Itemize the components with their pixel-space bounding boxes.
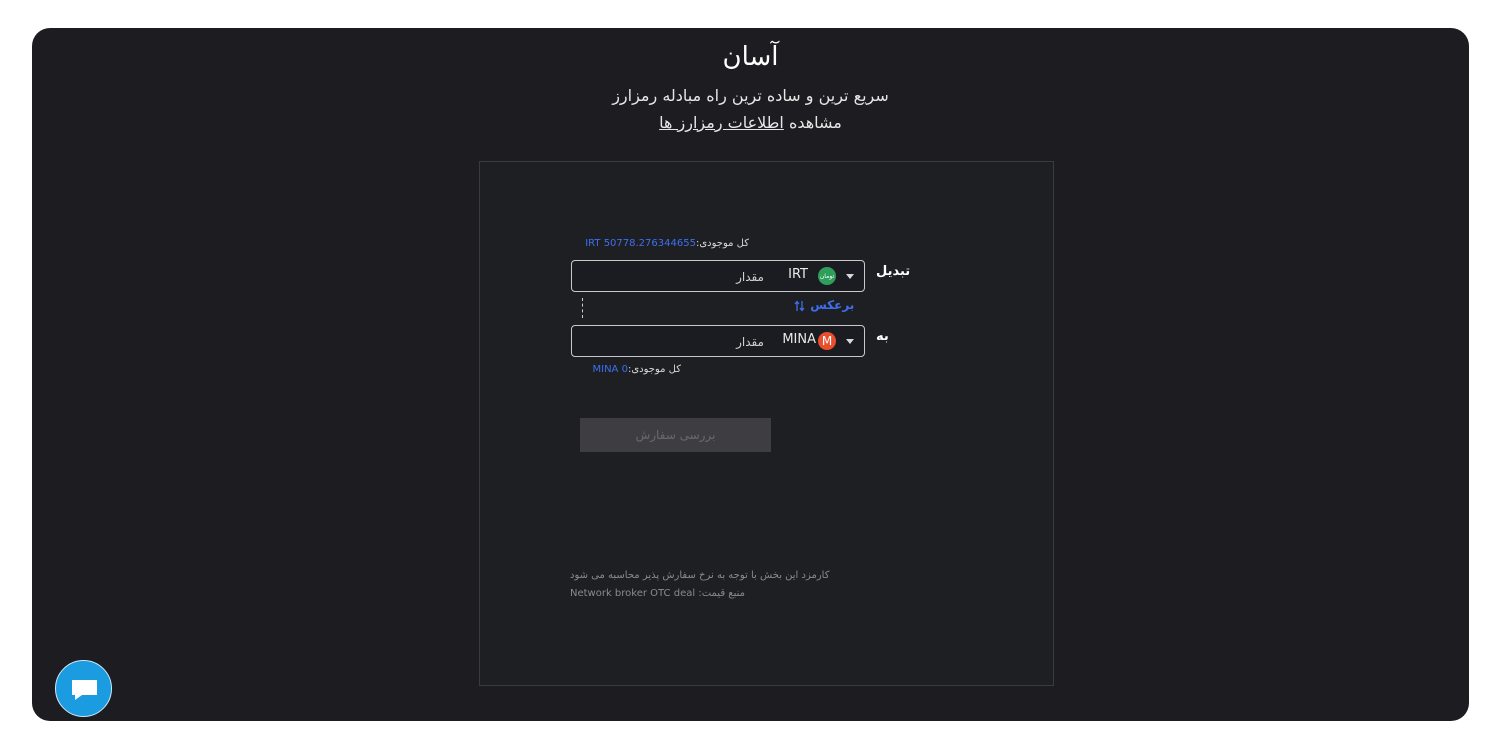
to-balance: کل موجودی:MINA 0 (593, 364, 682, 375)
from-exchange-box: تومان IRT (571, 260, 865, 292)
price-source-label: منبع قیمت: (698, 588, 745, 599)
swap-divider (582, 298, 583, 318)
irt-coin-icon: تومان (818, 267, 836, 285)
price-source-value: Network broker OTC deal (570, 588, 696, 599)
reverse-label: برعکس (810, 298, 855, 312)
to-exchange-box: M MINA (571, 325, 865, 357)
from-balance-label: کل موجودی: (695, 238, 749, 249)
crypto-info-line: مشاهده اطلاعات رمزارز ها (32, 113, 1469, 132)
mina-coin-icon: M (818, 332, 836, 350)
to-label: به (876, 329, 889, 344)
chevron-down-icon[interactable] (846, 339, 854, 344)
exchange-page: آسان سریع ترین و ساده ترین راه مبادله رم… (32, 28, 1469, 721)
from-balance-value[interactable]: IRT 50778.276344655 (585, 238, 696, 249)
page-subtitle: سریع ترین و ساده ترین راه مبادله رمزارز (612, 86, 889, 105)
from-amount-input[interactable] (578, 266, 766, 288)
price-source-note: Network broker OTC deal منبع قیمت: (570, 588, 745, 599)
to-balance-label: کل موجودی: (627, 364, 681, 375)
from-label: تبدیل (876, 264, 911, 279)
chat-bubble-icon (72, 680, 97, 700)
fee-note: کارمزد این بخش با توجه به نرخ سفارش پذیر… (570, 570, 830, 581)
from-balance: کل موجودی:IRT 50778.276344655 (585, 238, 749, 249)
exchange-card: کل موجودی:IRT 50778.276344655 تبدیل توما… (479, 161, 1054, 686)
from-coin-select[interactable]: IRT (788, 267, 808, 282)
review-order-button[interactable]: بررسی سفارش (580, 418, 771, 452)
reverse-button[interactable]: برعکس (794, 298, 854, 312)
info-prefix: مشاهده (788, 113, 842, 132)
to-balance-value[interactable]: MINA 0 (593, 364, 628, 375)
to-coin-select[interactable]: MINA (782, 332, 816, 347)
chevron-down-icon[interactable] (846, 274, 854, 279)
to-amount-input[interactable] (578, 331, 766, 353)
crypto-info-link[interactable]: اطلاعات رمزارز ها (659, 113, 784, 132)
chat-button[interactable] (55, 660, 112, 717)
page-title: آسان (722, 42, 779, 72)
swap-arrows-icon (794, 299, 805, 312)
